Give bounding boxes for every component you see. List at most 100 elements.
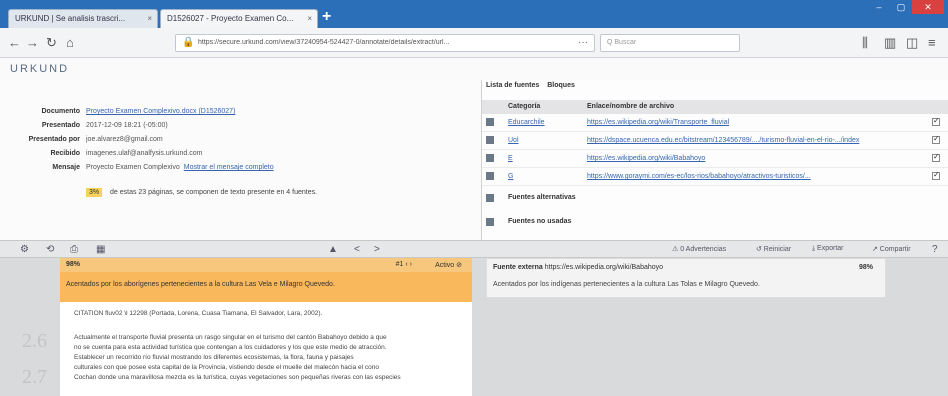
show-full-message-link[interactable]: Mostrar el mensaje completo [184,164,274,171]
search-input[interactable]: Q Buscar [600,34,740,52]
summary-text: de estas 23 páginas, se componen de text… [110,189,318,196]
header-source: Enlace/nombre de archivo [587,103,675,110]
grid-icon[interactable]: ▦ [96,244,105,255]
forward-icon[interactable]: → [26,35,39,50]
info-key: Presentado [41,122,80,129]
highlighted-match[interactable]: Acentados por los aborígenes pertenecien… [60,272,472,302]
source-row[interactable]: Uol https://dspace.ucuenca.edu.ec/bitstr… [482,132,948,150]
source-row[interactable]: Educarchile https://es.wikipedia.org/wik… [482,114,948,132]
source-checkbox[interactable] [932,152,940,162]
tab-proyecto-examen[interactable]: D1526027 - Proyecto Examen Co... × [160,9,318,28]
source-link[interactable]: https://es.wikipedia.org/wiki/Transporte… [587,119,729,126]
source-percent: 98% [858,264,873,271]
tab-label: URKUND | Se analisis trascri... [15,14,126,23]
next-match-button[interactable]: > [374,244,380,255]
source-link[interactable]: https://www.goraymi.com/es-ec/los-rios/b… [587,173,811,180]
screenshot-icon[interactable]: ◫ [906,35,918,51]
source-row[interactable]: E https://es.wikipedia.org/wiki/Babahoyo [482,150,948,168]
source-category[interactable]: Educarchile [508,119,545,126]
info-value: imagenes.ulaf@analfysis.urkund.com [86,150,203,157]
sources-panel-title: Lista de fuentes Bloques [486,82,575,89]
document-line: no se cuenta para esta actividad turísti… [74,344,387,351]
source-url[interactable]: https://es.wikipedia.org/wiki/Babahoyo [545,264,663,271]
info-key: Mensaje [52,164,80,171]
source-link[interactable]: https://es.wikipedia.org/wiki/Babahoyo [587,155,705,162]
url-bar[interactable]: 🔒 https://secure.urkund.com/view/3724095… [175,34,595,52]
print-icon[interactable]: ⎙ [70,244,78,255]
similarity-badge: 3% [86,188,103,197]
share-button[interactable]: ↗ Compartir [872,245,911,253]
warnings-button[interactable]: ⚠ 0 Advertencias [672,245,726,253]
bg-number: 2.7 [22,366,47,388]
bg-number: 2.6 [22,330,47,352]
source-checkbox[interactable] [932,116,940,126]
group-unused-sources[interactable]: Fuentes no usadas [482,214,948,230]
source-type-icon [486,172,494,180]
group-alternative-sources[interactable]: Fuentes alternativas [482,190,948,206]
home-icon[interactable]: ⌂ [66,35,74,50]
help-icon[interactable]: ? [932,244,938,255]
group-icon [486,194,494,202]
close-tab-icon[interactable]: × [147,14,152,23]
settings-icon[interactable]: ⚙ [20,244,29,255]
source-category[interactable]: E [508,155,513,162]
info-row-recibido: Recibido imagenes.ulaf@analfysis.urkund.… [0,150,482,162]
group-label: Fuentes alternativas [508,194,576,201]
source-match-view: Fuente externa https://es.wikipedia.org/… [486,258,886,298]
tab-label: D1526027 - Proyecto Examen Co... [167,14,294,23]
sources-table-header: Categoría Enlace/nombre de archivo [482,100,948,114]
previous-match-button[interactable]: < [354,244,360,255]
sources-panel: Lista de fuentes Bloques Categoría Enlac… [482,80,948,240]
library-icon[interactable]: ⫼ [862,35,868,51]
page-actions-icon[interactable]: ··· [578,37,588,48]
source-row[interactable]: G https://www.goraymi.com/es-ec/los-rios… [482,168,948,186]
search-placeholder: Q Buscar [607,39,637,46]
menu-icon[interactable]: ≡ [928,35,936,50]
document-line: Actualmente el transporte fluvial presen… [74,334,387,341]
match-nav[interactable]: #1 ‹ › [396,261,412,268]
lock-icon: 🔒 [182,37,195,48]
close-tab-icon[interactable]: × [307,14,312,23]
reset-button[interactable]: ↺ Reiniciar [756,245,791,253]
info-key: Recibido [50,150,80,157]
browser-nav-bar: ← → ↻ ⌂ 🔒 https://secure.urkund.com/view… [0,28,948,58]
export-button[interactable]: ⤓ Exportar [812,245,844,253]
info-key: Presentado por [28,136,80,143]
sidebar-icon[interactable]: ▥ [884,35,896,51]
info-row-documento: Documento Proyecto Examen Complexivo.doc… [0,108,482,120]
group-label: Fuentes no usadas [508,218,572,225]
source-checkbox[interactable] [932,134,940,144]
minimize-button[interactable]: – [868,0,890,14]
analysis-toolbar: ⚙ ⟲ ⎙ ▦ ▲ < > ⚠ 0 Advertencias ↺ Reinici… [0,240,948,258]
new-tab-button[interactable]: + [322,8,331,26]
info-row-presentado: Presentado 2017-12-09 18:21 (-05:00) [0,122,482,134]
browser-tab-bar: URKUND | Se analisis trascri... × D15260… [0,0,948,28]
source-label: Fuente externa [493,264,543,271]
warning-nav-icon[interactable]: ▲ [328,244,338,255]
tab-bloques[interactable]: Bloques [547,82,575,89]
tab-urkund-analysis[interactable]: URKUND | Se analisis trascri... × [8,9,158,28]
close-window-button[interactable]: ✕ [912,0,944,14]
match-percent: 98% [66,261,81,268]
message-text: Proyecto Examen Complexivo [86,164,180,171]
info-value: 2017-12-09 18:21 (-05:00) [86,122,168,129]
info-row-mensaje: Mensaje Proyecto Examen Complexivo Mostra… [0,164,482,176]
group-icon [486,218,494,226]
source-checkbox[interactable] [932,170,940,180]
window-controls: – ▢ ✕ [868,0,944,14]
document-link[interactable]: Proyecto Examen Complexivo.docx (D152602… [86,108,235,115]
url-text: https://secure.urkund.com/view/37240954-… [198,39,450,46]
source-link[interactable]: https://dspace.ucuenca.edu.ec/bitstream/… [587,137,859,144]
reload-icon[interactable]: ↻ [46,35,57,51]
urkund-logo: URKUND [10,63,70,75]
document-info-panel: Documento Proyecto Examen Complexivo.doc… [0,80,482,240]
header-category: Categoría [508,103,541,110]
back-icon[interactable]: ⟲ [46,244,54,255]
back-icon[interactable]: ← [8,35,21,50]
info-value: joe.alvarez8@gmail.com [86,136,163,143]
source-category[interactable]: G [508,173,513,180]
source-category[interactable]: Uol [508,137,519,144]
info-key: Documento [41,108,81,115]
match-active-toggle[interactable]: Activo ⊘ [435,261,462,269]
maximize-button[interactable]: ▢ [890,0,912,14]
